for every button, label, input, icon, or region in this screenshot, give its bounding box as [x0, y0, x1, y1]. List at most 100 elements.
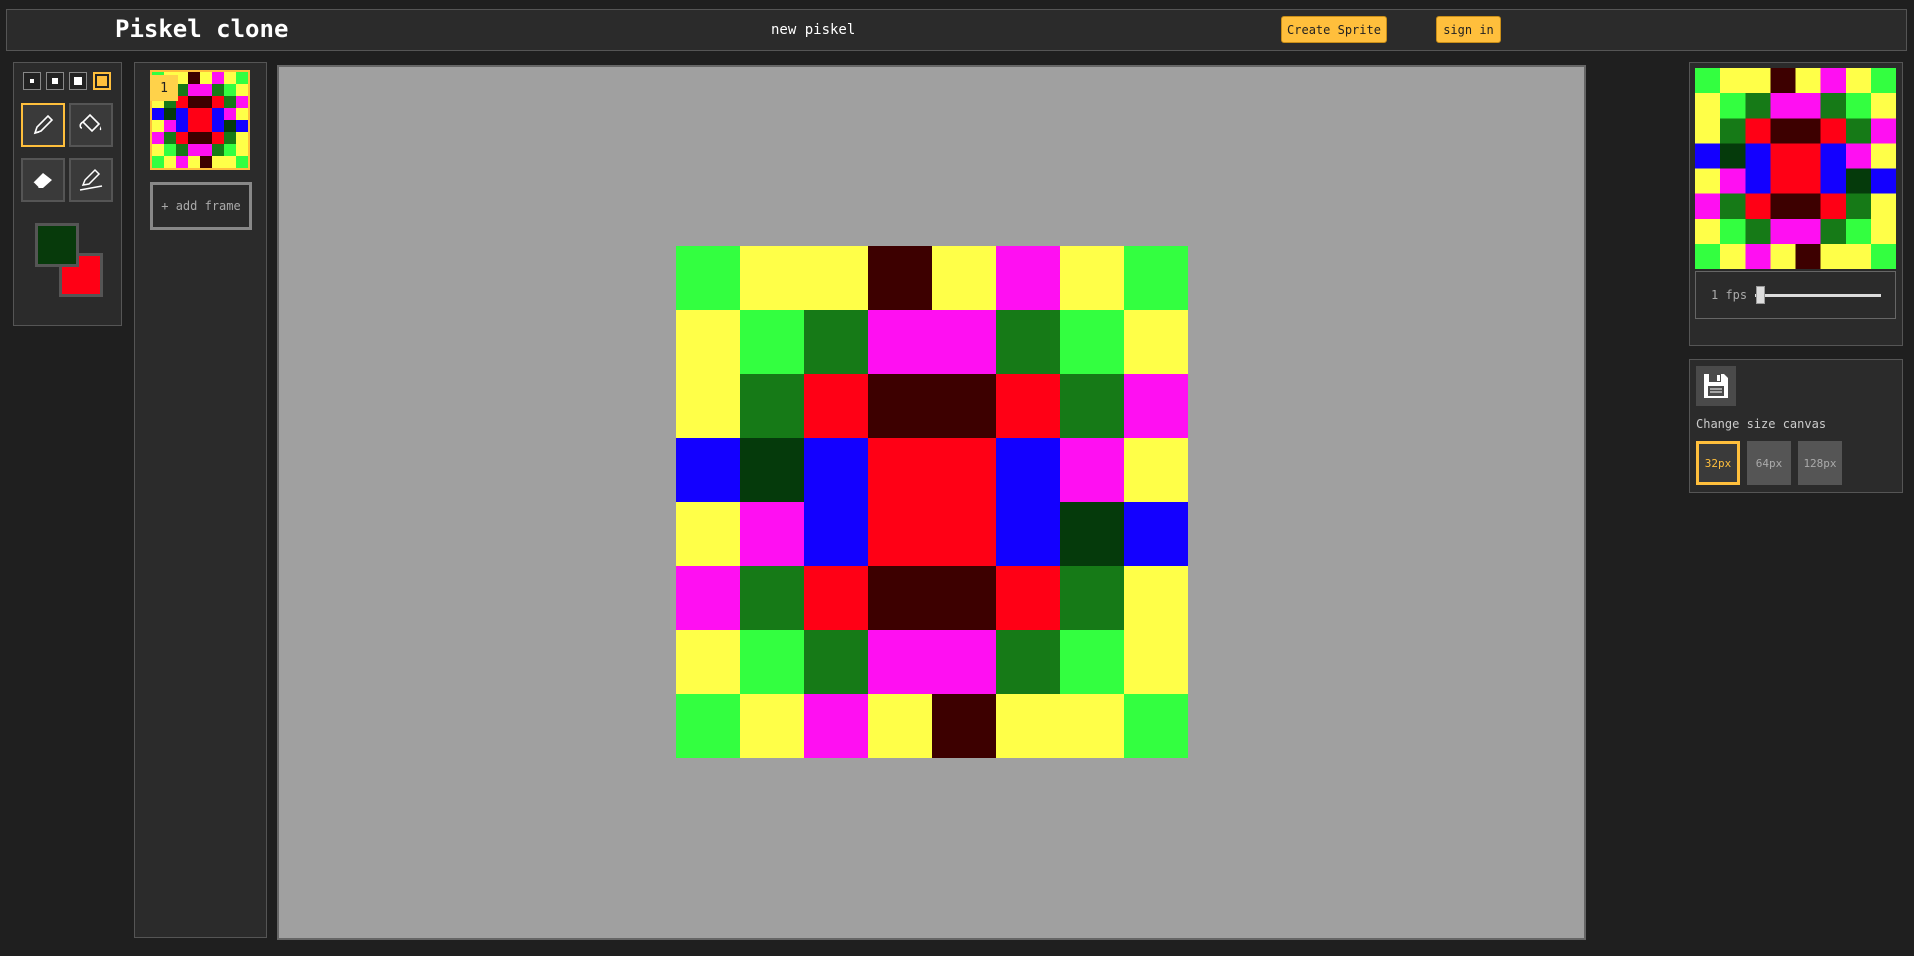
- primary-color-swatch[interactable]: [35, 223, 79, 267]
- frame-pixel: [224, 132, 236, 144]
- canvas-pixel[interactable]: [676, 374, 740, 438]
- canvas-pixel[interactable]: [932, 310, 996, 374]
- pen-tool[interactable]: [21, 103, 65, 147]
- canvas-pixel[interactable]: [996, 438, 1060, 502]
- canvas-pixel[interactable]: [676, 438, 740, 502]
- canvas-pixel[interactable]: [932, 566, 996, 630]
- eraser-tool[interactable]: [21, 158, 65, 202]
- pen-size-3[interactable]: [69, 72, 87, 90]
- canvas-pixel[interactable]: [1060, 310, 1124, 374]
- canvas-pixel[interactable]: [1124, 694, 1188, 758]
- canvas-pixel[interactable]: [868, 246, 932, 310]
- pen-size-4[interactable]: [93, 72, 111, 90]
- canvas-pixel[interactable]: [1060, 246, 1124, 310]
- canvas-pixel[interactable]: [740, 630, 804, 694]
- canvas-pixel[interactable]: [1060, 566, 1124, 630]
- canvas-pixel[interactable]: [996, 694, 1060, 758]
- canvas-pixel[interactable]: [932, 438, 996, 502]
- fps-slider-track[interactable]: [1755, 294, 1881, 297]
- canvas-pixel[interactable]: [996, 630, 1060, 694]
- canvas-pixel[interactable]: [868, 694, 932, 758]
- canvas-pixel[interactable]: [1060, 630, 1124, 694]
- canvas-pixel[interactable]: [676, 694, 740, 758]
- canvas-pixel[interactable]: [868, 630, 932, 694]
- canvas-pixel[interactable]: [740, 374, 804, 438]
- canvas-pixel[interactable]: [1124, 566, 1188, 630]
- canvas-pixel[interactable]: [1124, 502, 1188, 566]
- canvas-pixel[interactable]: [1124, 438, 1188, 502]
- canvas-pixel[interactable]: [932, 694, 996, 758]
- canvas-pixel[interactable]: [740, 694, 804, 758]
- size-64px-button[interactable]: 64px: [1747, 441, 1791, 485]
- eraser-icon: [32, 173, 52, 189]
- canvas-pixel[interactable]: [804, 566, 868, 630]
- canvas-pixel[interactable]: [868, 374, 932, 438]
- preview-pixel: [1820, 68, 1846, 94]
- canvas-pixel[interactable]: [1124, 374, 1188, 438]
- frame-pixel: [152, 132, 164, 144]
- size-128px-button[interactable]: 128px: [1798, 441, 1842, 485]
- canvas-pixel[interactable]: [804, 374, 868, 438]
- preview-pixel: [1745, 93, 1771, 119]
- canvas-pixel[interactable]: [868, 566, 932, 630]
- canvas-pixel[interactable]: [1124, 246, 1188, 310]
- sign-in-button[interactable]: sign in: [1436, 16, 1501, 43]
- canvas-pixel[interactable]: [868, 310, 932, 374]
- preview-pixel: [1845, 68, 1871, 94]
- preview-pixel: [1845, 118, 1871, 144]
- frame-pixel: [224, 108, 236, 120]
- stroke-tool[interactable]: [69, 158, 113, 202]
- canvas-pixel[interactable]: [996, 566, 1060, 630]
- canvas-pixel[interactable]: [740, 438, 804, 502]
- canvas-pixel[interactable]: [676, 310, 740, 374]
- preview-pixel: [1870, 218, 1896, 244]
- canvas-pixel[interactable]: [804, 630, 868, 694]
- canvas-pixel[interactable]: [676, 630, 740, 694]
- canvas-pixel[interactable]: [996, 502, 1060, 566]
- add-frame-button[interactable]: + add frame: [150, 182, 252, 230]
- canvas-pixel[interactable]: [676, 246, 740, 310]
- save-button[interactable]: [1696, 366, 1736, 406]
- canvas-pixel[interactable]: [1124, 630, 1188, 694]
- canvas-pixel[interactable]: [868, 502, 932, 566]
- canvas-pixel[interactable]: [740, 310, 804, 374]
- pen-size-2[interactable]: [46, 72, 64, 90]
- canvas-pixel[interactable]: [932, 374, 996, 438]
- canvas-pixel[interactable]: [740, 566, 804, 630]
- canvas-pixel[interactable]: [676, 566, 740, 630]
- preview-pixel: [1770, 143, 1796, 169]
- canvas-pixel[interactable]: [1124, 310, 1188, 374]
- pen-size-1[interactable]: [23, 72, 41, 90]
- canvas-pixel[interactable]: [996, 374, 1060, 438]
- preview-pixel: [1720, 68, 1746, 94]
- drawing-canvas[interactable]: [676, 246, 1188, 758]
- frame-pixel: [152, 120, 164, 132]
- canvas-pixel[interactable]: [804, 502, 868, 566]
- canvas-pixel[interactable]: [676, 502, 740, 566]
- frame-pixel: [188, 144, 200, 156]
- canvas-pixel[interactable]: [740, 246, 804, 310]
- canvas-pixel[interactable]: [804, 246, 868, 310]
- canvas-pixel[interactable]: [1060, 374, 1124, 438]
- paint-bucket-tool[interactable]: [69, 103, 113, 147]
- canvas-pixel[interactable]: [1060, 502, 1124, 566]
- frame-pixel: [200, 156, 212, 168]
- canvas-pixel[interactable]: [868, 438, 932, 502]
- canvas-pixel[interactable]: [932, 502, 996, 566]
- preview-pixel: [1795, 143, 1821, 169]
- canvas-pixel[interactable]: [1060, 438, 1124, 502]
- canvas-pixel[interactable]: [740, 502, 804, 566]
- canvas-pixel[interactable]: [932, 630, 996, 694]
- canvas-pixel[interactable]: [804, 310, 868, 374]
- canvas-pixel[interactable]: [932, 246, 996, 310]
- canvas-pixel[interactable]: [804, 438, 868, 502]
- canvas-pixel[interactable]: [1060, 694, 1124, 758]
- fps-slider-handle[interactable]: [1756, 286, 1765, 304]
- preview-pixel: [1720, 93, 1746, 119]
- size-32px-button[interactable]: 32px: [1696, 441, 1740, 485]
- document-title[interactable]: new piskel: [771, 22, 855, 38]
- canvas-pixel[interactable]: [996, 310, 1060, 374]
- canvas-pixel[interactable]: [804, 694, 868, 758]
- canvas-pixel[interactable]: [996, 246, 1060, 310]
- create-sprite-button[interactable]: Create Sprite: [1281, 16, 1387, 43]
